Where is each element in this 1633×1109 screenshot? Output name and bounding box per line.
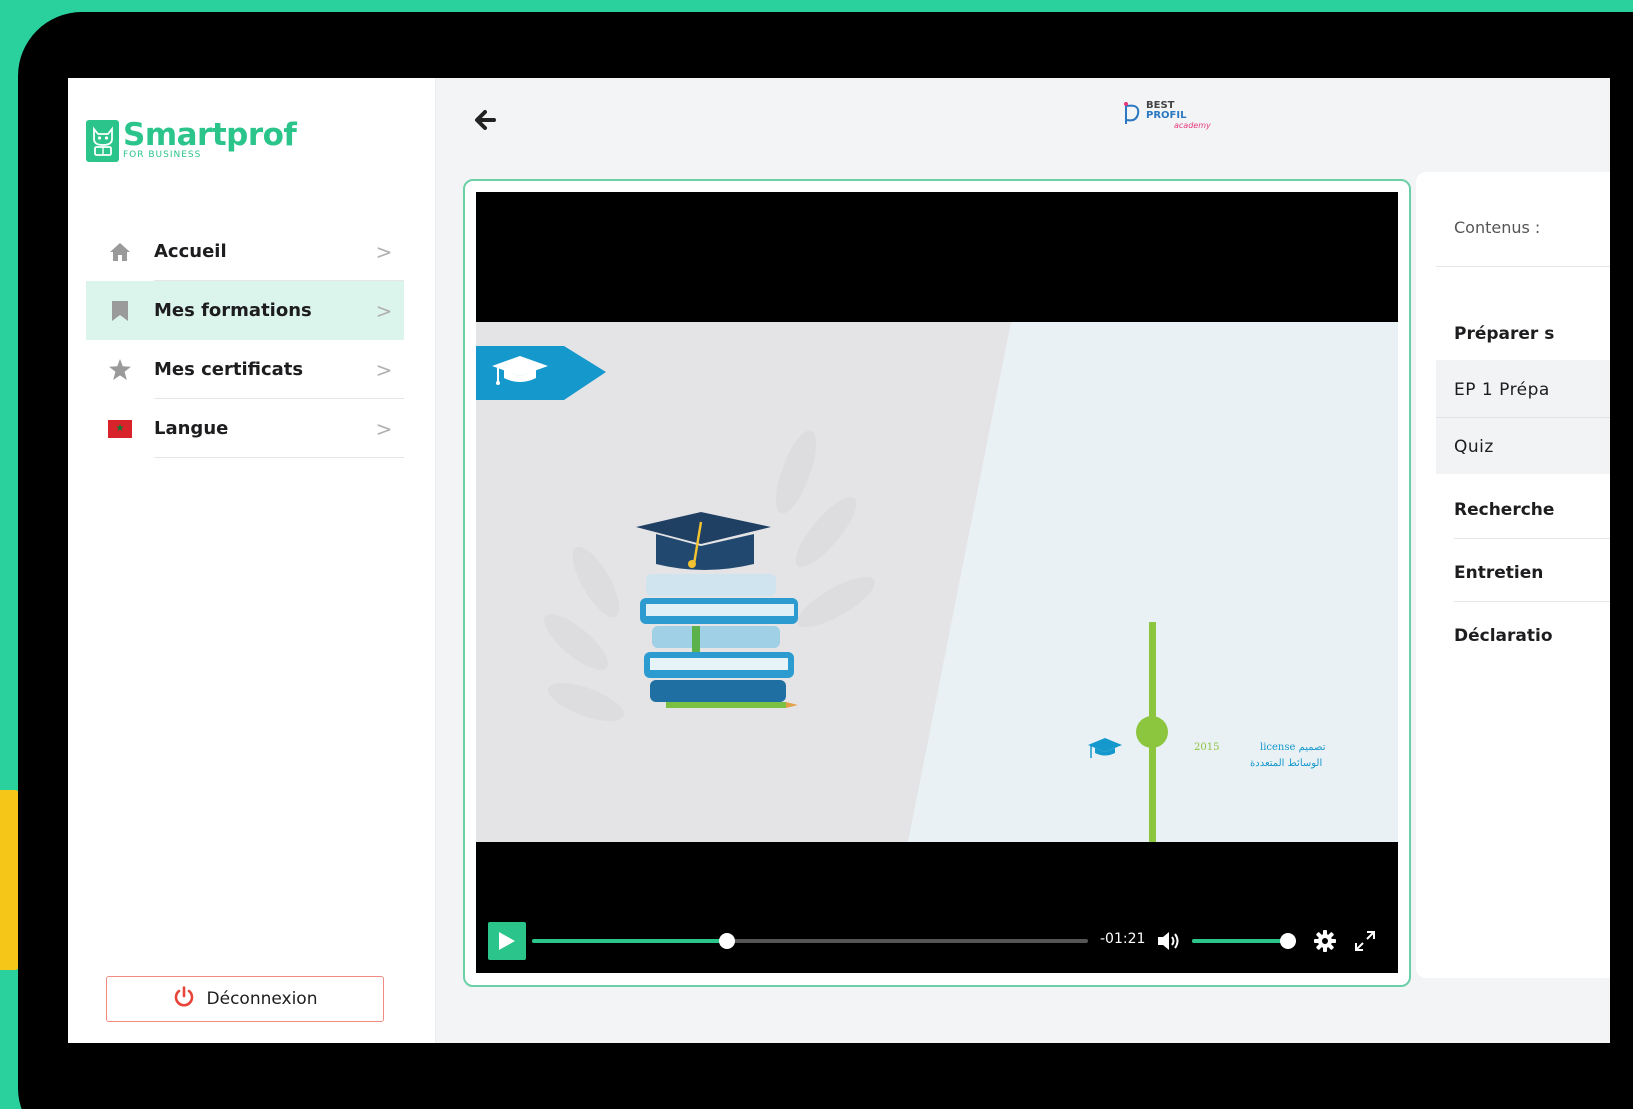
- partner-logo-line2: PROFIL: [1146, 110, 1187, 121]
- partner-logo-line3: academy: [1174, 121, 1211, 130]
- contents-title: Contenus :: [1454, 218, 1541, 237]
- bookmark-icon: [86, 300, 154, 321]
- sidebar-item-mes-formations[interactable]: Mes formations >: [86, 281, 404, 340]
- sidebar-item-label: Accueil: [154, 241, 227, 262]
- play-icon: [499, 932, 515, 950]
- partner-logo: BEST PROFIL academy: [1124, 100, 1214, 140]
- volume-icon[interactable]: [1156, 929, 1182, 953]
- progress-fill: [532, 939, 727, 943]
- volume-fill: [1192, 939, 1288, 943]
- volume-handle[interactable]: [1280, 933, 1296, 949]
- divider: [154, 457, 404, 458]
- sidebar-item-label: Mes formations: [154, 300, 312, 321]
- chevron-right-icon: >: [375, 239, 393, 264]
- divider: [1454, 538, 1610, 539]
- contents-section-4[interactable]: Déclaratio: [1454, 626, 1553, 646]
- video-player-card: 2015 تصميم license الوسائط المتعددة -01:…: [463, 179, 1411, 987]
- chevron-right-icon: >: [375, 357, 393, 382]
- sidebar-item-label: Mes certificats: [154, 359, 304, 380]
- chevron-right-icon: >: [375, 298, 393, 323]
- timeline-caption-2: الوسائط المتعددة: [1250, 758, 1323, 769]
- home-icon: [86, 242, 154, 262]
- contents-section-3[interactable]: Entretien: [1454, 563, 1543, 583]
- contents-section-1[interactable]: Préparer s: [1454, 324, 1554, 344]
- timeline-graphic: [1136, 622, 1168, 842]
- sidebar-item-accueil[interactable]: Accueil >: [86, 222, 404, 281]
- divider: [1454, 601, 1610, 602]
- divider: [1436, 266, 1610, 267]
- logout-button[interactable]: Déconnexion: [106, 976, 384, 1022]
- timeline-caption-1: تصميم license: [1260, 742, 1326, 753]
- sidebar-item-langue[interactable]: ★ Langue >: [86, 399, 404, 458]
- app-screen: Smartprof FOR BUSINESS Accueil > Mes for…: [68, 78, 1610, 1043]
- contents-lesson-quiz[interactable]: Quiz: [1454, 437, 1494, 457]
- contents-section-2[interactable]: Recherche: [1454, 500, 1554, 520]
- sidebar-nav: Accueil > Mes formations > Mes certifica…: [86, 222, 404, 458]
- video-player[interactable]: 2015 تصميم license الوسائط المتعددة -01:…: [476, 192, 1398, 973]
- video-controls: -01:21: [488, 922, 1386, 960]
- star-icon: [86, 359, 154, 380]
- progress-handle[interactable]: [718, 933, 735, 949]
- morocco-flag-icon: ★: [86, 419, 154, 438]
- volume-slider[interactable]: [1192, 933, 1296, 949]
- app-logo[interactable]: Smartprof FOR BUSINESS: [86, 117, 297, 162]
- chevron-right-icon: >: [375, 416, 393, 441]
- back-arrow-icon[interactable]: [470, 102, 506, 138]
- partner-logo-mark: [1124, 102, 1140, 124]
- divider: [1436, 417, 1610, 418]
- sidebar-item-label: Langue: [154, 418, 229, 439]
- sidebar-item-mes-certificats[interactable]: Mes certificats >: [86, 340, 404, 399]
- play-button[interactable]: [488, 922, 526, 960]
- progress-bar[interactable]: [532, 933, 1088, 949]
- books-illustration: [626, 502, 816, 726]
- course-contents-panel: Contenus : Préparer s EP 1 Prépa Quiz Re…: [1416, 172, 1610, 978]
- time-remaining: -01:21: [1100, 931, 1146, 947]
- sidebar: Smartprof FOR BUSINESS Accueil > Mes for…: [68, 78, 436, 1043]
- logo-name: Smartprof: [123, 117, 297, 153]
- video-frame: 2015 تصميم license الوسائط المتعددة: [476, 322, 1398, 842]
- gear-icon[interactable]: [1314, 930, 1336, 952]
- logout-label: Déconnexion: [206, 989, 318, 1009]
- logo-mascot-icon: [86, 120, 119, 162]
- graduation-cap-icon: [490, 352, 550, 396]
- timeline-year: 2015: [1194, 742, 1220, 753]
- contents-lesson-ep1[interactable]: EP 1 Prépa: [1454, 380, 1550, 400]
- fullscreen-icon[interactable]: [1354, 930, 1376, 952]
- power-icon: [173, 986, 195, 1012]
- timeline-cap-icon: [1086, 736, 1124, 768]
